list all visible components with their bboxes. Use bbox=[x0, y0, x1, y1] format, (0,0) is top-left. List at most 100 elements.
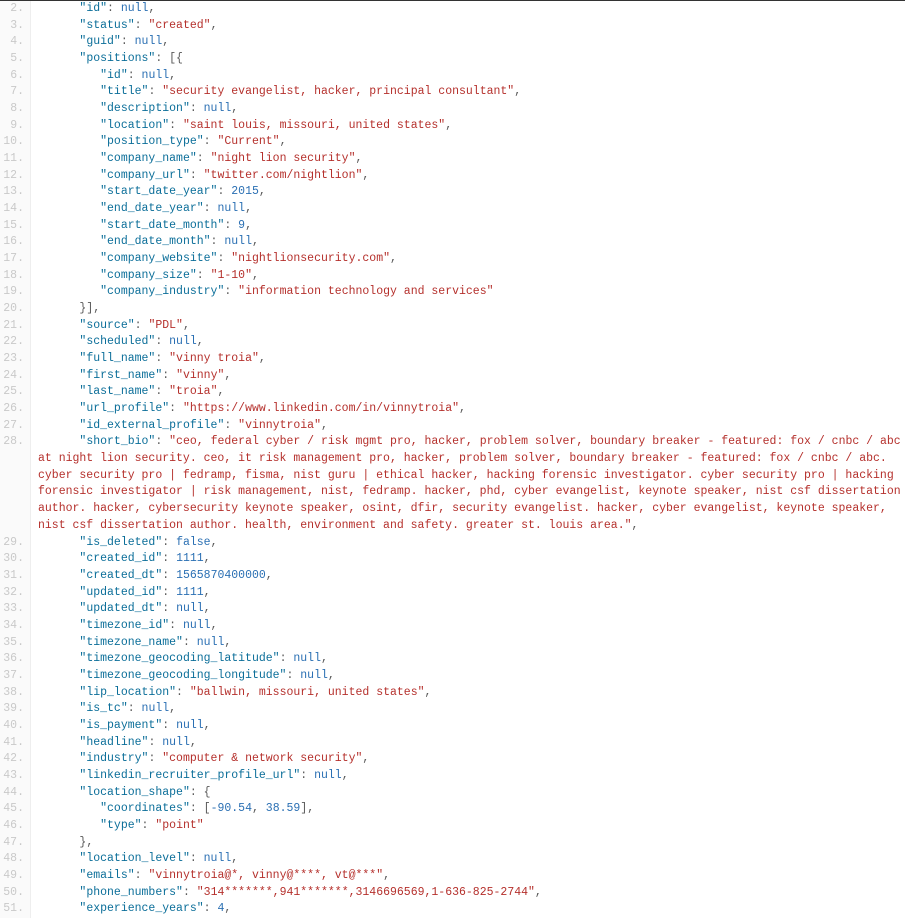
code-line: 37. "timezone_geocoding_longitude": null… bbox=[0, 668, 905, 685]
code-line: 28. "short_bio": "ceo, federal cyber / r… bbox=[0, 434, 905, 534]
line-number: 41. bbox=[0, 735, 30, 752]
code-content: "last_name": "troia", bbox=[30, 384, 905, 401]
line-number: 39. bbox=[0, 701, 30, 718]
code-line: 13. "start_date_year": 2015, bbox=[0, 184, 905, 201]
code-content: "position_type": "Current", bbox=[30, 134, 905, 151]
line-number: 32. bbox=[0, 585, 30, 602]
code-content: "description": null, bbox=[30, 101, 905, 118]
code-line: 24. "first_name": "vinny", bbox=[0, 368, 905, 385]
code-line: 6. "id": null, bbox=[0, 68, 905, 85]
code-content: "updated_id": 1111, bbox=[30, 585, 905, 602]
code-line: 10. "position_type": "Current", bbox=[0, 134, 905, 151]
code-line: 40. "is_payment": null, bbox=[0, 718, 905, 735]
line-number: 19. bbox=[0, 284, 30, 301]
code-content: "id_external_profile": "vinnytroia", bbox=[30, 418, 905, 435]
code-line: 23. "full_name": "vinny troia", bbox=[0, 351, 905, 368]
line-number: 25. bbox=[0, 384, 30, 401]
code-line: 31. "created_dt": 1565870400000, bbox=[0, 568, 905, 585]
line-number: 49. bbox=[0, 868, 30, 885]
line-number: 12. bbox=[0, 168, 30, 185]
code-line: 43. "linkedin_recruiter_profile_url": nu… bbox=[0, 768, 905, 785]
line-number: 5. bbox=[0, 51, 30, 68]
line-number: 9. bbox=[0, 118, 30, 135]
line-number: 15. bbox=[0, 218, 30, 235]
line-number: 45. bbox=[0, 801, 30, 818]
code-content: "url_profile": "https://www.linkedin.com… bbox=[30, 401, 905, 418]
line-number: 10. bbox=[0, 134, 30, 151]
code-line: 45. "coordinates": [-90.54, 38.59], bbox=[0, 801, 905, 818]
line-number: 23. bbox=[0, 351, 30, 368]
line-number: 24. bbox=[0, 368, 30, 385]
code-line: 32. "updated_id": 1111, bbox=[0, 585, 905, 602]
code-content: "company_industry": "information technol… bbox=[30, 284, 905, 301]
code-line: 47. }, bbox=[0, 835, 905, 852]
line-number: 48. bbox=[0, 851, 30, 868]
code-content: "is_tc": null, bbox=[30, 701, 905, 718]
code-line: 46. "type": "point" bbox=[0, 818, 905, 835]
code-line: 42. "industry": "computer & network secu… bbox=[0, 751, 905, 768]
code-line: 25. "last_name": "troia", bbox=[0, 384, 905, 401]
code-line: 39. "is_tc": null, bbox=[0, 701, 905, 718]
code-content: "phone_numbers": "314*******,941*******,… bbox=[30, 885, 905, 902]
code-content: "linkedin_recruiter_profile_url": null, bbox=[30, 768, 905, 785]
line-number: 4. bbox=[0, 34, 30, 51]
code-content: "is_payment": null, bbox=[30, 718, 905, 735]
code-line: 2. "id": null, bbox=[0, 1, 905, 18]
code-content: "industry": "computer & network security… bbox=[30, 751, 905, 768]
line-number: 16. bbox=[0, 234, 30, 251]
code-content: }, bbox=[30, 835, 905, 852]
line-number: 42. bbox=[0, 751, 30, 768]
code-content: "location_shape": { bbox=[30, 785, 905, 802]
code-content: "location": "saint louis, missouri, unit… bbox=[30, 118, 905, 135]
code-line: 27. "id_external_profile": "vinnytroia", bbox=[0, 418, 905, 435]
line-number: 34. bbox=[0, 618, 30, 635]
code-line: 51. "experience_years": 4, bbox=[0, 901, 905, 918]
line-number: 22. bbox=[0, 334, 30, 351]
code-content: "full_name": "vinny troia", bbox=[30, 351, 905, 368]
code-viewer: 2. "id": null,3. "status": "created",4. … bbox=[0, 0, 905, 918]
code-content: "start_date_month": 9, bbox=[30, 218, 905, 235]
code-line: 41. "headline": null, bbox=[0, 735, 905, 752]
code-content: "created_dt": 1565870400000, bbox=[30, 568, 905, 585]
code-line: 14. "end_date_year": null, bbox=[0, 201, 905, 218]
line-number: 17. bbox=[0, 251, 30, 268]
line-number: 18. bbox=[0, 268, 30, 285]
line-number: 13. bbox=[0, 184, 30, 201]
line-number: 38. bbox=[0, 685, 30, 702]
line-number: 27. bbox=[0, 418, 30, 435]
code-line: 49. "emails": "vinnytroia@*, vinny@****,… bbox=[0, 868, 905, 885]
code-line: 17. "company_website": "nightlionsecurit… bbox=[0, 251, 905, 268]
line-number: 31. bbox=[0, 568, 30, 585]
code-content: "company_url": "twitter.com/nightlion", bbox=[30, 168, 905, 185]
line-number: 7. bbox=[0, 84, 30, 101]
code-line: 34. "timezone_id": null, bbox=[0, 618, 905, 635]
line-number: 47. bbox=[0, 835, 30, 852]
code-content: "experience_years": 4, bbox=[30, 901, 905, 918]
line-number: 2. bbox=[0, 1, 30, 18]
code-content: "short_bio": "ceo, federal cyber / risk … bbox=[30, 434, 905, 534]
code-content: "id": null, bbox=[30, 1, 905, 18]
code-content: "positions": [{ bbox=[30, 51, 905, 68]
code-content: "is_deleted": false, bbox=[30, 535, 905, 552]
line-number: 40. bbox=[0, 718, 30, 735]
code-content: "timezone_id": null, bbox=[30, 618, 905, 635]
code-content: "source": "PDL", bbox=[30, 318, 905, 335]
code-line: 18. "company_size": "1-10", bbox=[0, 268, 905, 285]
code-line: 19. "company_industry": "information tec… bbox=[0, 284, 905, 301]
code-content: "title": "security evangelist, hacker, p… bbox=[30, 84, 905, 101]
code-content: "company_website": "nightlionsecurity.co… bbox=[30, 251, 905, 268]
code-content: "lip_location": "ballwin, missouri, unit… bbox=[30, 685, 905, 702]
line-number: 28. bbox=[0, 434, 30, 451]
code-content: "coordinates": [-90.54, 38.59], bbox=[30, 801, 905, 818]
code-content: "timezone_geocoding_longitude": null, bbox=[30, 668, 905, 685]
code-line: 48. "location_level": null, bbox=[0, 851, 905, 868]
code-line: 38. "lip_location": "ballwin, missouri, … bbox=[0, 685, 905, 702]
line-number: 50. bbox=[0, 885, 30, 902]
code-content: "scheduled": null, bbox=[30, 334, 905, 351]
code-line: 7. "title": "security evangelist, hacker… bbox=[0, 84, 905, 101]
code-content: "guid": null, bbox=[30, 34, 905, 51]
code-content: "status": "created", bbox=[30, 18, 905, 35]
code-line: 11. "company_name": "night lion security… bbox=[0, 151, 905, 168]
code-line: 3. "status": "created", bbox=[0, 18, 905, 35]
code-line: 16. "end_date_month": null, bbox=[0, 234, 905, 251]
